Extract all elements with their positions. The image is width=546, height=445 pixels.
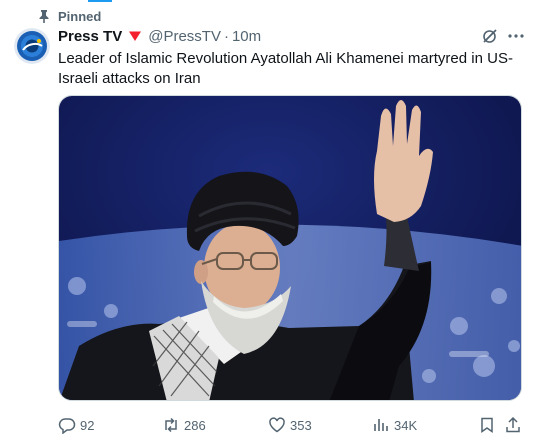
author-name[interactable]: Press TV xyxy=(58,28,122,45)
author-handle[interactable]: @PressTV xyxy=(148,28,221,45)
share-icon xyxy=(506,416,520,433)
pinned-indicator: Pinned xyxy=(38,8,101,24)
tab-indicator xyxy=(88,0,112,2)
views-icon xyxy=(374,419,388,431)
views-button[interactable]: 34K xyxy=(372,415,417,435)
avatar[interactable] xyxy=(14,28,50,64)
like-icon xyxy=(269,417,285,433)
timestamp[interactable]: 10m xyxy=(232,28,261,45)
like-count: 353 xyxy=(290,417,312,433)
heart-badge-icon xyxy=(129,31,142,41)
grok-icon[interactable] xyxy=(482,28,498,44)
bookmark-icon xyxy=(481,417,493,433)
pin-icon xyxy=(39,10,49,23)
pinned-label: Pinned xyxy=(58,8,102,24)
tweet-actions: 92 286 353 34K xyxy=(58,415,522,435)
reply-count: 92 xyxy=(80,417,95,433)
share-button[interactable] xyxy=(504,415,526,435)
separator-dot: · xyxy=(223,27,229,45)
repost-icon xyxy=(165,417,177,433)
tweet-text: Leader of Islamic Revolution Ayatollah A… xyxy=(58,50,513,87)
more-icon[interactable] xyxy=(507,28,525,44)
repost-button[interactable]: 286 xyxy=(162,415,206,435)
repost-count: 286 xyxy=(184,417,206,433)
tweet-header: Press TV @PressTV · 10m xyxy=(58,27,261,45)
like-button[interactable]: 353 xyxy=(268,415,312,435)
reply-icon xyxy=(58,418,76,434)
reply-button[interactable]: 92 xyxy=(58,415,94,435)
tweet-image[interactable] xyxy=(58,95,522,401)
bookmark-button[interactable] xyxy=(478,415,500,435)
views-count: 34K xyxy=(394,417,418,433)
